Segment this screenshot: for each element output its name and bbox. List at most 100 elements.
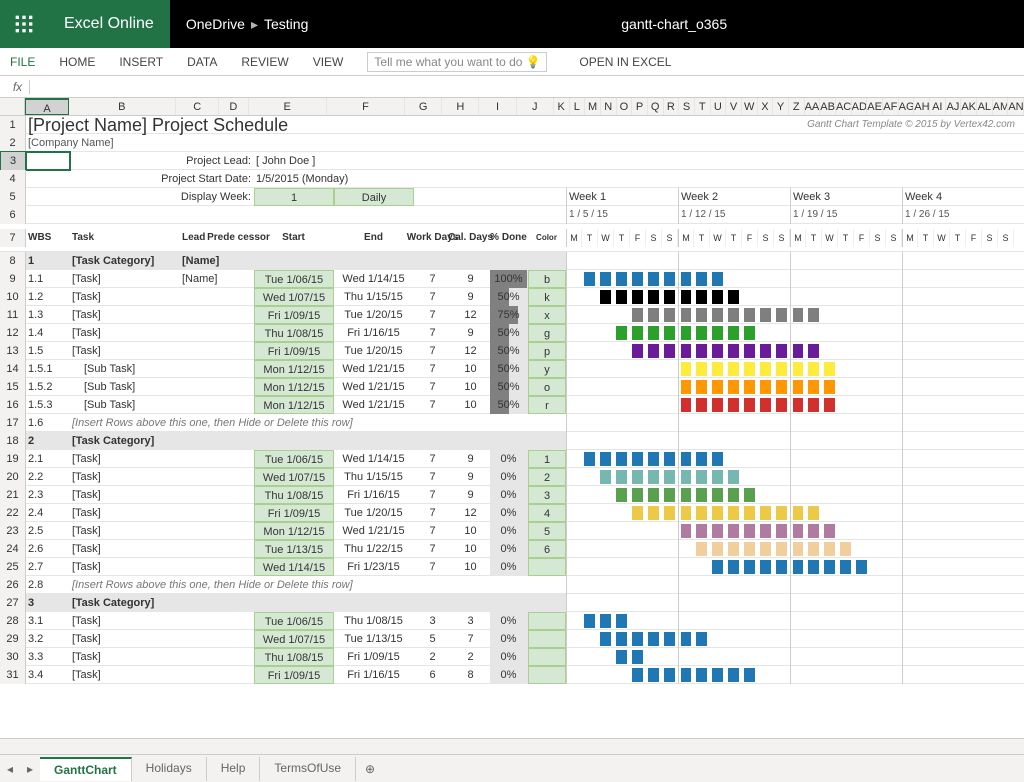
cell[interactable]: 1/5/2015 (Monday): [254, 170, 414, 188]
tab-review[interactable]: REVIEW: [241, 55, 288, 69]
row-header[interactable]: 3: [0, 151, 26, 171]
cell[interactable]: T: [726, 229, 742, 247]
cell[interactable]: 2: [26, 432, 70, 450]
cell[interactable]: T: [838, 229, 854, 247]
row-header[interactable]: 19: [0, 450, 26, 468]
cell[interactable]: 7: [414, 396, 452, 414]
cell[interactable]: y: [528, 360, 566, 378]
cell[interactable]: [26, 206, 566, 224]
cell[interactable]: 50%: [490, 360, 528, 378]
cell[interactable]: Week 2: [678, 188, 790, 206]
row-header[interactable]: 15: [0, 378, 26, 396]
cell[interactable]: [Task Category]: [70, 594, 180, 612]
cell[interactable]: 3.4: [26, 666, 70, 684]
sheet-tab[interactable]: Help: [207, 757, 261, 781]
cell[interactable]: [224, 378, 254, 396]
cell[interactable]: [224, 432, 566, 450]
cell[interactable]: S: [774, 229, 790, 247]
column-header[interactable]: Y: [773, 98, 789, 115]
cell[interactable]: Fri 1/09/15: [254, 306, 334, 324]
sheet-tab[interactable]: TermsOfUse: [260, 757, 356, 781]
cell[interactable]: 1: [254, 188, 334, 206]
cell[interactable]: [224, 486, 254, 504]
row-header[interactable]: 28: [0, 612, 26, 630]
row-header[interactable]: 23: [0, 522, 26, 540]
cell[interactable]: [Insert Rows above this one, then Hide o…: [70, 576, 566, 594]
cell[interactable]: Thu 1/08/15: [334, 612, 414, 630]
cell[interactable]: 7: [414, 288, 452, 306]
cell[interactable]: 50%: [490, 288, 528, 306]
cell[interactable]: x: [528, 306, 566, 324]
cell[interactable]: 1.5.1: [26, 360, 70, 378]
cell[interactable]: Wed 1/07/15: [254, 468, 334, 486]
cell[interactable]: 2: [528, 468, 566, 486]
cell[interactable]: Start: [254, 224, 334, 251]
row-header[interactable]: 7: [0, 229, 26, 247]
cell[interactable]: [Task]: [70, 666, 180, 684]
cell[interactable]: 8: [452, 666, 490, 684]
cell[interactable]: 5: [528, 522, 566, 540]
cell[interactable]: 3: [528, 486, 566, 504]
cell[interactable]: [528, 558, 566, 576]
cell[interactable]: 0%: [490, 522, 528, 540]
cell[interactable]: 2: [414, 648, 452, 666]
cell[interactable]: 9: [452, 288, 490, 306]
cell[interactable]: 0%: [490, 540, 528, 558]
tell-me-search[interactable]: Tell me what you want to do 💡: [367, 52, 547, 72]
cell[interactable]: Wed 1/21/15: [334, 360, 414, 378]
cell[interactable]: [180, 540, 224, 558]
column-header[interactable]: AI: [930, 98, 946, 115]
cell[interactable]: [224, 594, 566, 612]
tab-nav[interactable]: ◂▸: [0, 762, 40, 776]
cell[interactable]: 9: [452, 270, 490, 288]
cell[interactable]: Project Lead:: [70, 152, 254, 170]
cell[interactable]: Wed 1/14/15: [254, 558, 334, 576]
cell[interactable]: 0%: [490, 630, 528, 648]
cell[interactable]: [180, 324, 224, 342]
cell[interactable]: 6: [528, 540, 566, 558]
cell[interactable]: Wed 1/21/15: [334, 522, 414, 540]
cell[interactable]: 10: [452, 396, 490, 414]
cell[interactable]: 3.2: [26, 630, 70, 648]
cell[interactable]: [224, 270, 254, 288]
cell[interactable]: [Task]: [70, 306, 180, 324]
cell[interactable]: Tue 1/13/15: [254, 540, 334, 558]
cell[interactable]: % Done: [490, 224, 528, 251]
cell[interactable]: [528, 630, 566, 648]
cell[interactable]: [528, 666, 566, 684]
row-header[interactable]: 18: [0, 432, 26, 450]
cell[interactable]: 1 / 12 / 15: [678, 206, 790, 224]
cell[interactable]: Week 1: [566, 188, 678, 206]
cell[interactable]: [180, 432, 224, 450]
cell[interactable]: Fri 1/16/15: [334, 666, 414, 684]
cell[interactable]: [224, 468, 254, 486]
select-all-corner[interactable]: [0, 98, 25, 115]
cell[interactable]: Mon 1/12/15: [254, 360, 334, 378]
row-header[interactable]: 8: [0, 252, 26, 270]
column-header[interactable]: AJ: [946, 98, 962, 115]
row-header[interactable]: 1: [0, 116, 26, 134]
cell[interactable]: 9: [452, 450, 490, 468]
cell[interactable]: [224, 450, 254, 468]
cell[interactable]: 7: [414, 486, 452, 504]
cell[interactable]: T: [950, 229, 966, 247]
column-header[interactable]: J: [517, 98, 554, 115]
cell[interactable]: 10: [452, 360, 490, 378]
cell[interactable]: [180, 630, 224, 648]
cell[interactable]: Mon 1/12/15: [254, 522, 334, 540]
cell[interactable]: 12: [452, 306, 490, 324]
cell[interactable]: g: [528, 324, 566, 342]
app-brand[interactable]: Excel Online: [48, 0, 170, 48]
column-header[interactable]: AB: [820, 98, 836, 115]
cell[interactable]: [Task]: [70, 504, 180, 522]
cell[interactable]: [Sub Task]: [70, 360, 180, 378]
cell[interactable]: 4: [528, 504, 566, 522]
cell[interactable]: Wed 1/14/15: [334, 270, 414, 288]
cell[interactable]: [Name]: [180, 270, 224, 288]
row-header[interactable]: 4: [0, 170, 26, 188]
horizontal-scrollbar[interactable]: [0, 738, 1024, 754]
cell[interactable]: [ John Doe ]: [254, 152, 414, 170]
cell[interactable]: [Task Category]: [70, 432, 180, 450]
cell[interactable]: Fri 1/16/15: [334, 324, 414, 342]
row-header[interactable]: 5: [0, 188, 26, 206]
